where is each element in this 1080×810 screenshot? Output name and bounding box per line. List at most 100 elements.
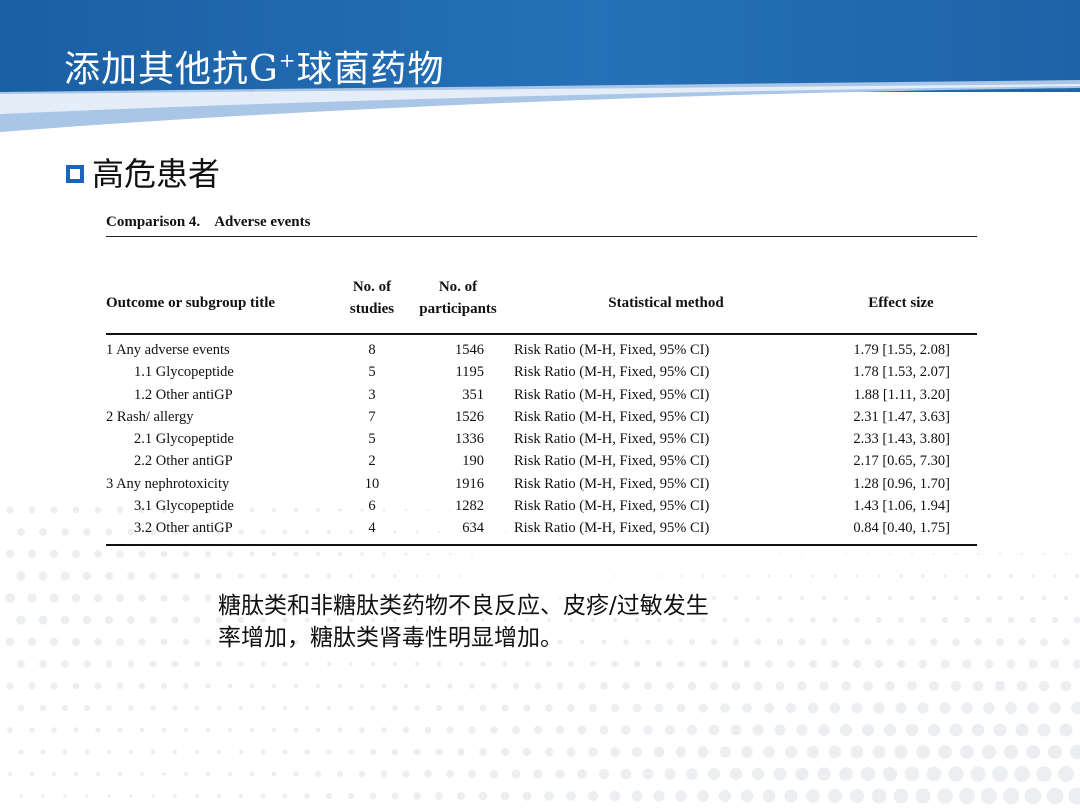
decorative-dot [767,574,771,578]
decorative-dot [1007,616,1015,624]
table-row: 3.2 Other antiGP 4 634 Risk Ratio (M-H, Fix… [106,517,977,539]
decorative-dot [271,727,277,733]
decorative-dot [876,617,882,623]
header-method: Statistical method [608,295,724,311]
cell-studies: 5 [368,364,376,381]
decorative-dot [162,772,166,776]
decorative-dot [699,660,707,668]
decorative-dot [380,770,388,778]
decorative-dot [833,574,837,578]
decorative-dot [965,574,969,578]
decorative-dot [1027,702,1039,714]
decorative-dot [369,748,377,756]
decorative-dot [436,661,442,667]
decorative-dot [149,660,157,668]
decorative-dot [402,726,410,734]
decorative-dot [679,574,683,578]
decorative-dot [415,574,419,578]
cell-outcome: 3.1 Glycopeptide [134,498,234,515]
decorative-dot [976,552,980,556]
decorative-dot [29,771,35,777]
decorative-dot [71,637,81,647]
decorative-dot [83,704,91,712]
decorative-dot [775,681,785,691]
decorative-dot [1058,766,1074,782]
decorative-dot [435,748,443,756]
decorative-dot [915,788,931,804]
decorative-dot [570,575,572,577]
decorative-dot [414,705,420,711]
decorative-dot [832,617,838,623]
decorative-dot [16,571,26,581]
decorative-dot [828,789,842,803]
decorative-dot [118,772,122,776]
decorative-dot [676,703,686,713]
decorative-dot [919,616,927,624]
decorative-dot [448,552,452,556]
decorative-dot [843,595,849,601]
decorative-dot [326,661,332,667]
decorative-dot [371,574,375,578]
decorative-dot [874,659,884,669]
decorative-dot [578,682,586,690]
decorative-dot [1038,680,1050,692]
decorative-dot [731,681,741,691]
decorative-dot [50,506,58,514]
decorative-dot [293,727,299,733]
decorative-dot [544,791,554,801]
cell-effect: 0.84 [0.40, 1.75] [853,520,950,537]
decorative-dot [839,767,853,781]
decorative-dot [182,594,190,602]
decorative-dot [28,682,36,690]
decorative-dot [511,769,521,779]
decorative-dot [1071,702,1080,714]
decorative-dot [588,703,598,713]
decorative-dot [106,749,112,755]
decorative-dot [304,749,310,755]
decorative-dot [73,771,79,777]
table-row: 1.1 Glycopeptide 5 1195 Risk Ratio (M-H, Fi… [106,361,977,383]
decorative-dot [998,552,1002,556]
decorative-dot [40,749,46,755]
decorative-dot [458,661,464,667]
cell-outcome: 2.2 Other antiGP [134,453,233,470]
decorative-dot [713,553,715,555]
decorative-dot [568,661,574,667]
decorative-dot [741,746,753,758]
decorative-dot [742,703,752,713]
decorative-dot [116,682,124,690]
cell-participants: 1195 [455,364,484,381]
decorative-dot [184,772,188,776]
decorative-dot [271,771,277,777]
decorative-dot [1029,616,1037,624]
decorative-dot [249,771,255,777]
header-band: 添加其他抗G+球菌药物 [0,0,1080,92]
decorative-dot [1028,659,1038,669]
decorative-dot [708,724,720,736]
decorative-dot [282,705,288,711]
decorative-dot [282,793,288,799]
decorative-dot [49,593,59,603]
decorative-dot [271,683,277,689]
decorative-dot [697,790,709,802]
decorative-dot [238,661,244,667]
adverse-events-table: Comparison 4. Adverse events Outcome or s… [106,208,977,546]
decorative-dot [493,553,495,555]
decorative-dot [931,595,937,601]
decorative-dot [921,574,925,578]
decorative-dot [916,745,930,759]
decorative-dot [830,659,840,669]
decorative-dot [51,771,57,777]
table-row: 2.2 Other antiGP 2 190 Risk Ratio (M-H, Fix… [106,450,977,472]
cell-outcome: 2 Rash/ allergy [106,408,194,425]
decorative-dot [293,771,299,777]
decorative-dot [237,572,245,580]
decorative-dot [952,638,960,646]
decorative-dot [471,553,473,555]
decorative-dot [866,552,870,556]
decorative-dot [381,683,387,689]
decorative-dot [370,705,376,711]
decorative-dot [27,637,37,647]
decorative-dot [19,794,23,798]
decorative-dot [854,617,860,623]
